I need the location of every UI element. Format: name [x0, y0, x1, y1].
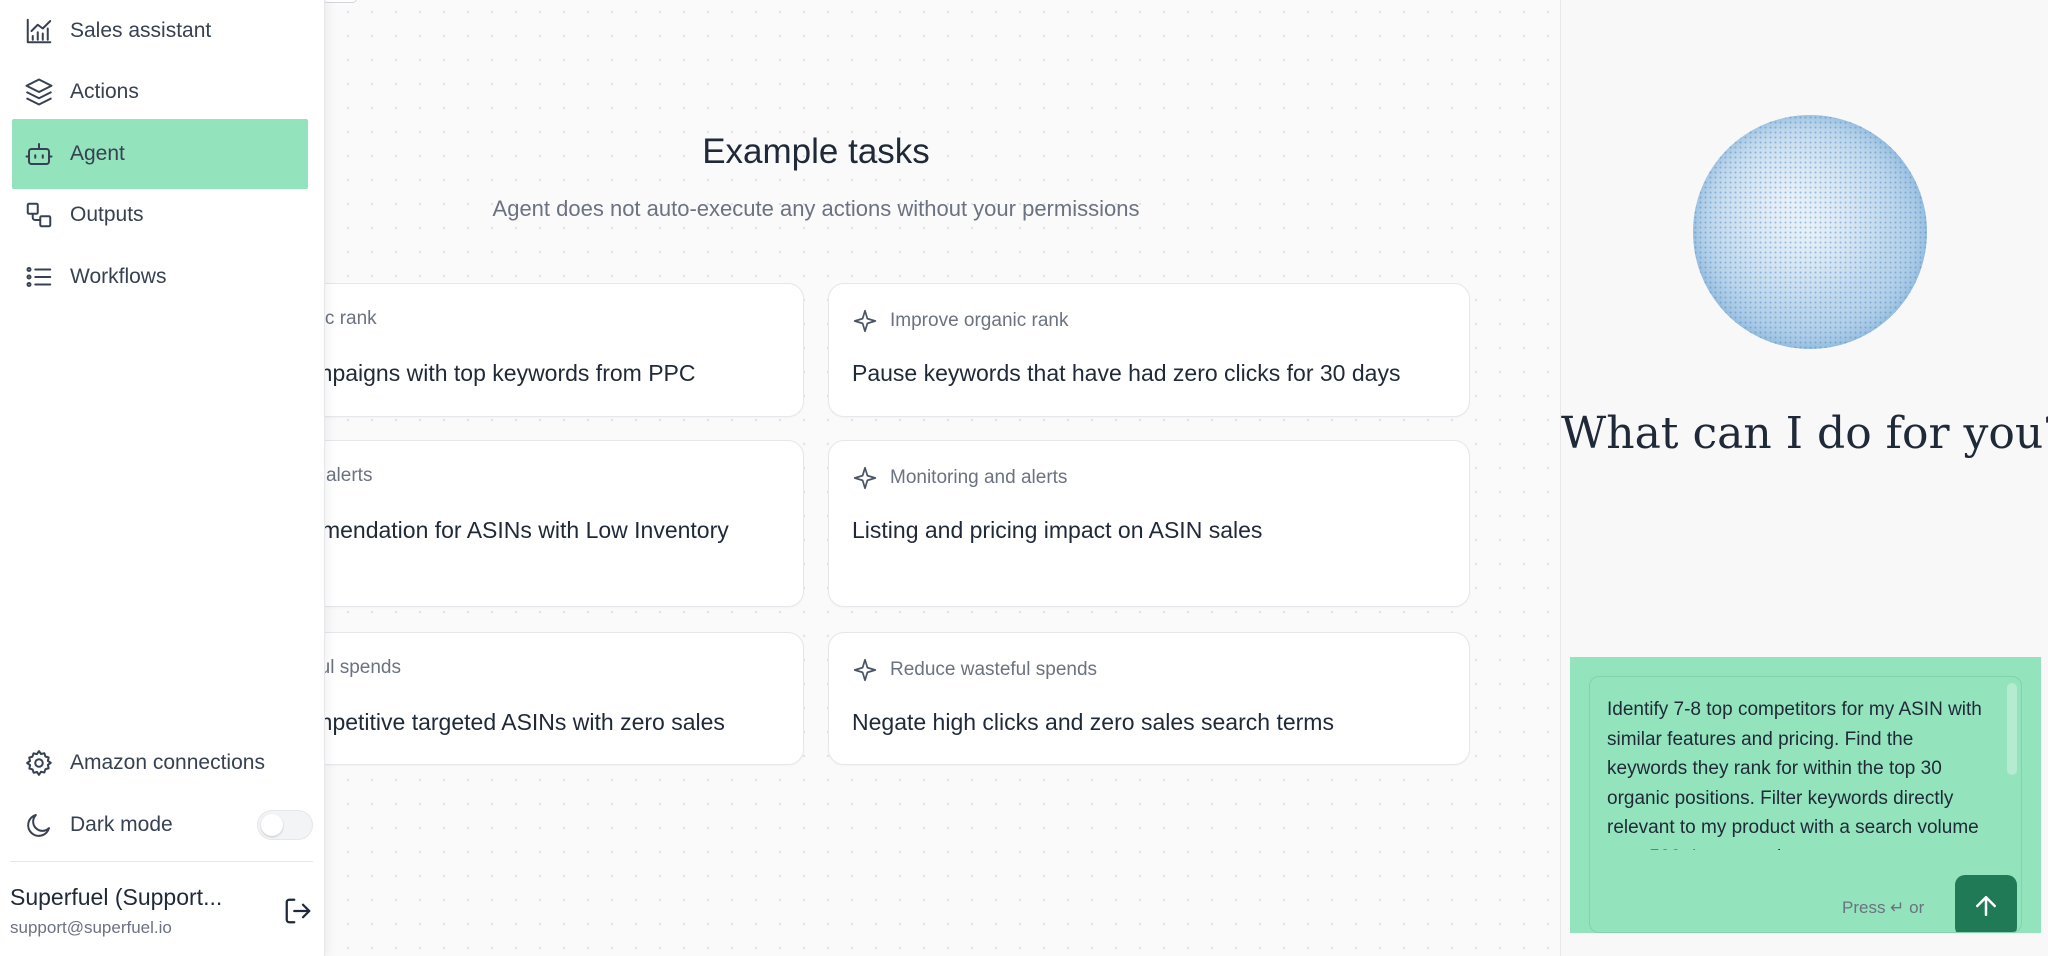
sidebar-item-outputs[interactable]: Outputs — [12, 180, 308, 250]
dark-mode-label: Dark mode — [70, 813, 173, 836]
dark-mode-toggle[interactable] — [257, 810, 313, 840]
sidebar-item-label: Outputs — [70, 203, 144, 226]
top-control[interactable] — [323, 0, 357, 3]
sparkle-icon — [853, 466, 877, 490]
toggle-knob — [261, 814, 283, 836]
card-category-label: Improve organic rank — [890, 310, 1069, 331]
sidebar-item-label: Actions — [70, 80, 139, 103]
amazon-connections-label: Amazon connections — [70, 751, 265, 774]
layers-icon — [25, 78, 53, 106]
amazon-connections-button[interactable]: Amazon connections — [12, 738, 312, 788]
example-task-card[interactable]: Reduce wasteful spends Negate high click… — [828, 632, 1470, 765]
chart-line-icon — [26, 18, 52, 44]
card-task: competitive targeted ASINs with zero sal… — [289, 709, 725, 735]
sidebar-item-label: Agent — [70, 142, 125, 165]
sidebar-item-label: Sales assistant — [70, 19, 212, 42]
list-icon — [26, 267, 52, 287]
card-category: Reduce wasteful spends — [852, 657, 1097, 683]
divider — [10, 861, 313, 862]
composer-scrollbar[interactable] — [2007, 683, 2017, 775]
sparkle-icon — [853, 658, 877, 682]
example-task-card[interactable]: Monitoring and alerts Listing and pricin… — [828, 440, 1470, 607]
sidebar-item-label: Workflows — [70, 265, 167, 288]
card-task: campaigns with top keywords from PPC — [289, 360, 696, 386]
card-category: Monitoring and alerts — [852, 465, 1067, 491]
moon-icon — [27, 814, 50, 837]
logout-icon[interactable] — [283, 896, 313, 926]
card-task: Negate high clicks and zero sales search… — [852, 709, 1334, 735]
app-root: Example tasks Agent does not auto-execut… — [0, 0, 2048, 956]
card-task: ommendation for ASINs with Low Inventory — [289, 517, 729, 543]
card-task: Listing and pricing impact on ASIN sales — [852, 517, 1263, 543]
prompt-composer[interactable]: Identify 7-8 top competitors for my ASIN… — [1589, 676, 2022, 933]
arrow-up-icon — [1976, 896, 1996, 916]
example-task-card[interactable]: Improve organic rank Pause keywords that… — [828, 283, 1470, 417]
card-task: Pause keywords that have had zero clicks… — [852, 360, 1401, 386]
gear-icon — [26, 750, 52, 776]
assistant-orb — [1693, 115, 1927, 349]
card-category: Improve organic rank — [852, 308, 1068, 334]
assistant-greeting: What can I do for you? — [1561, 408, 2048, 459]
bot-icon — [25, 143, 53, 165]
composer-highlight: Identify 7-8 top competitors for my ASIN… — [1570, 657, 2041, 933]
shapes-icon — [26, 202, 52, 228]
card-category-label: Monitoring and alerts — [890, 467, 1068, 488]
sidebar-item-workflows[interactable]: Workflows — [12, 242, 308, 312]
user-name: Superfuel (Support... — [10, 884, 223, 910]
sidebar-item-actions[interactable]: Actions — [12, 57, 308, 127]
prompt-input[interactable]: Identify 7-8 top competitors for my ASIN… — [1607, 695, 1985, 850]
send-hint: Press ↵ or — [1842, 898, 1925, 917]
card-category-label: Reduce wasteful spends — [890, 659, 1098, 680]
sidebar: Sales assistant Actions Agent Outputs Wo… — [0, 0, 325, 956]
sparkle-icon — [853, 309, 877, 333]
assistant-panel: What can I do for you? Identify 7-8 top … — [1561, 0, 2048, 956]
user-email: support@superfuel.io — [10, 918, 172, 937]
dark-mode-row: Dark mode — [12, 800, 242, 850]
send-button[interactable] — [1955, 875, 2017, 932]
sidebar-item-agent[interactable]: Agent — [12, 119, 308, 189]
